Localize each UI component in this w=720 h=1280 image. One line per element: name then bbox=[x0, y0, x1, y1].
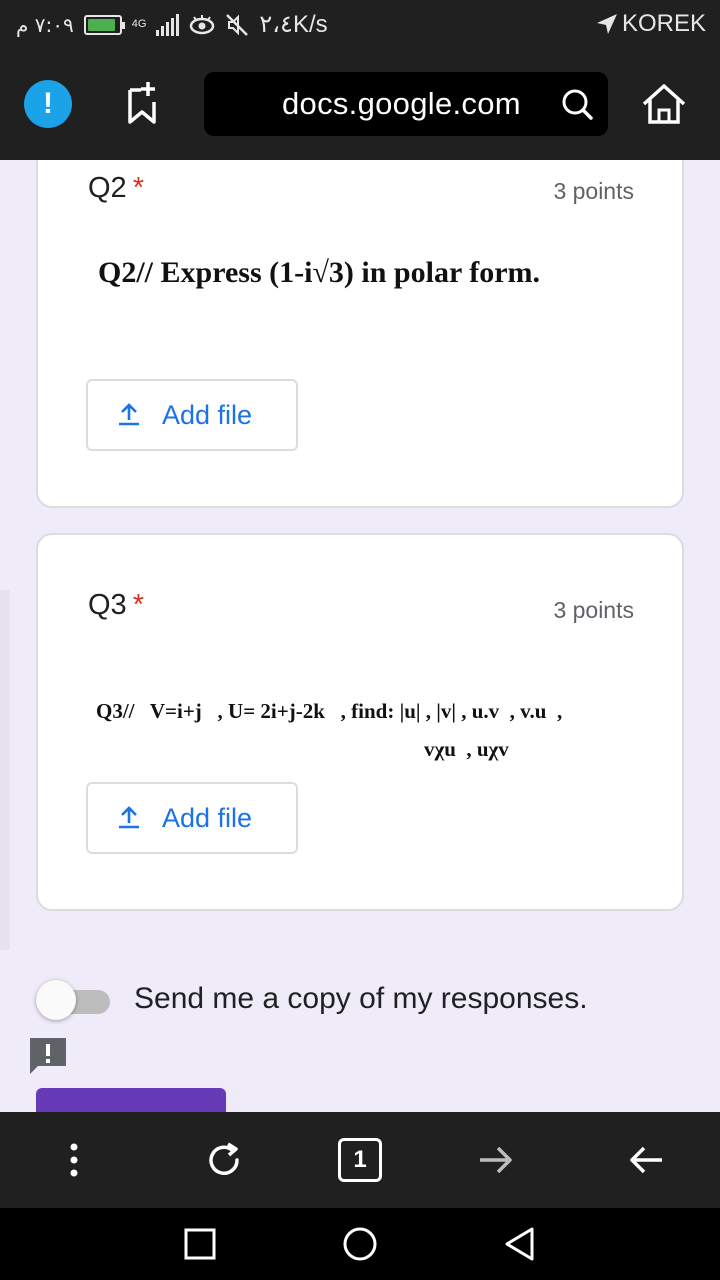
toggle-knob[interactable] bbox=[36, 980, 76, 1020]
url-text: docs.google.com bbox=[282, 86, 521, 121]
network-type-label: 4G bbox=[131, 18, 147, 30]
question-label: Q2 bbox=[88, 172, 127, 204]
system-nav-bar bbox=[0, 1208, 720, 1280]
tabs-icon[interactable]: 1 bbox=[336, 1136, 384, 1184]
location-arrow-icon bbox=[596, 14, 617, 34]
copy-responses-label: Send me a copy of my responses. bbox=[134, 982, 588, 1015]
upload-icon bbox=[119, 806, 139, 829]
eye-comfort-icon bbox=[190, 14, 215, 34]
add-file-label: Add file bbox=[162, 802, 253, 833]
question-image-text: Q3// V=i+j , U= 2i+j-2k , find: |u| , |v… bbox=[96, 699, 563, 723]
question-image-text-line2: vχu , uχv bbox=[424, 737, 509, 761]
mute-icon bbox=[226, 13, 249, 36]
warning-icon[interactable]: ! bbox=[24, 80, 72, 128]
status-right-group: KOREK bbox=[596, 10, 706, 38]
forward-icon[interactable] bbox=[472, 1136, 520, 1184]
back-triangle-icon[interactable] bbox=[502, 1226, 538, 1262]
required-asterisk: * bbox=[132, 172, 144, 204]
browser-address-bar: ! docs.google.com bbox=[0, 48, 720, 160]
recents-icon[interactable] bbox=[182, 1226, 218, 1262]
back-icon[interactable] bbox=[622, 1136, 670, 1184]
question-card-q2: Q2 * 3 points Q2// Express (1-i√3) in pol… bbox=[36, 160, 684, 508]
question-title: Q2 * bbox=[88, 172, 144, 205]
question-points: 3 points bbox=[553, 178, 634, 204]
add-file-label: Add file bbox=[162, 399, 253, 430]
bookmark-add-icon[interactable] bbox=[124, 80, 160, 128]
more-vert-icon[interactable] bbox=[50, 1136, 98, 1184]
question-title: Q3 * bbox=[88, 589, 144, 622]
reload-icon[interactable] bbox=[200, 1136, 248, 1184]
question-card-q3: Q3 * 3 points Q3// V=i+j , U= 2i+j-2k , f… bbox=[36, 533, 684, 911]
form-content: Q2 * 3 points Q2// Express (1-i√3) in pol… bbox=[0, 160, 720, 1112]
url-field[interactable]: docs.google.com bbox=[204, 72, 608, 136]
signal-icon bbox=[156, 13, 180, 36]
status-bar: ٧:٠٩ م 4G ٢،٤K/s KOREK bbox=[0, 0, 720, 48]
feedback-icon[interactable] bbox=[28, 1036, 68, 1076]
battery-icon bbox=[83, 14, 125, 35]
status-time: ٧:٠٩ م bbox=[16, 12, 74, 37]
copy-responses-row: Send me a copy of my responses. bbox=[36, 978, 676, 1022]
search-icon[interactable] bbox=[560, 87, 594, 121]
question-label: Q3 bbox=[88, 589, 127, 621]
carrier-name: KOREK bbox=[621, 10, 706, 37]
upload-icon bbox=[119, 403, 139, 426]
tab-count: 1 bbox=[338, 1138, 382, 1182]
home-icon[interactable] bbox=[640, 80, 688, 128]
submit-button[interactable] bbox=[36, 1088, 226, 1112]
status-left-group: ٧:٠٩ م 4G ٢،٤K/s bbox=[16, 10, 328, 39]
network-speed: ٢،٤K/s bbox=[259, 11, 328, 38]
home-circle-icon[interactable] bbox=[342, 1226, 378, 1262]
question-image-text: Q2// Express (1-i√3) in polar form. bbox=[98, 256, 541, 289]
page-edge-shadow bbox=[0, 590, 10, 950]
add-file-button[interactable]: Add file bbox=[86, 782, 298, 854]
question-points: 3 points bbox=[553, 597, 634, 623]
browser-toolbar: 1 bbox=[0, 1112, 720, 1208]
add-file-button[interactable]: Add file bbox=[86, 379, 298, 451]
required-asterisk: * bbox=[132, 589, 144, 621]
